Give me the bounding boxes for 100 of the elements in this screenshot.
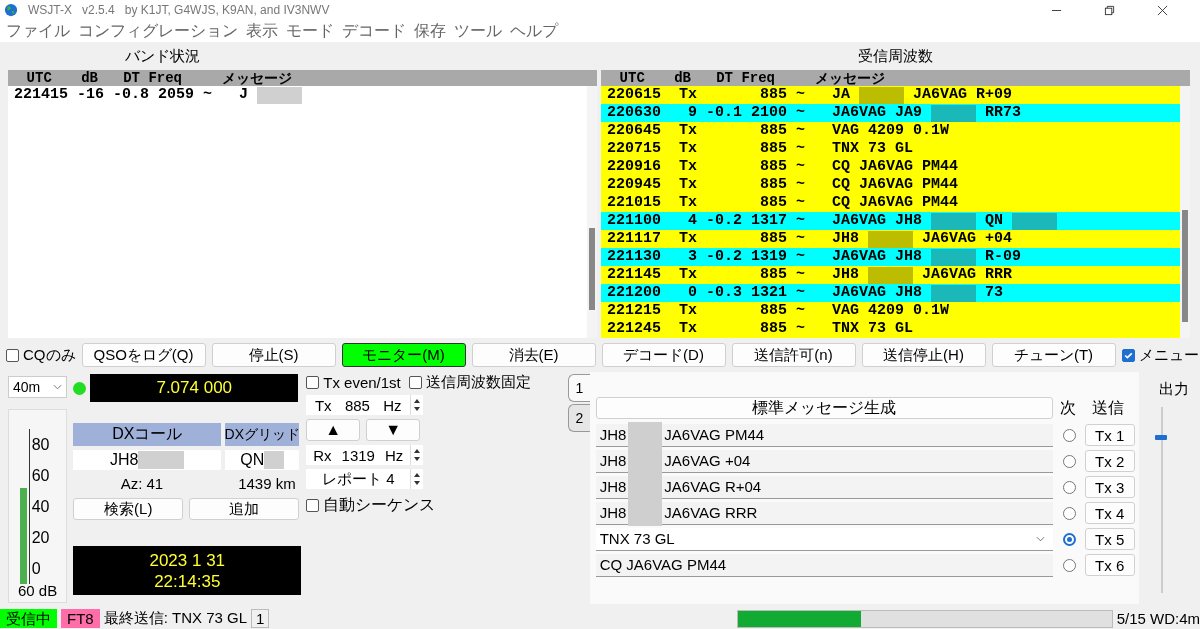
tx-button[interactable]: Tx 2 [1084, 450, 1135, 472]
table-cell-text: Tx [678, 122, 697, 140]
redaction-block [931, 104, 976, 122]
radio-button[interactable] [1062, 480, 1076, 494]
action-button[interactable]: チューン(T) [991, 343, 1116, 367]
up-button[interactable]: ▲ [306, 419, 361, 441]
menu-item[interactable]: デコード [342, 20, 406, 42]
menu-item[interactable]: コンフィグレーション [78, 20, 238, 42]
table-cell: 220630 [607, 104, 661, 122]
rx-frequency-field[interactable]: Rx 1319 Hz [306, 445, 411, 465]
table-row[interactable]: 221130 3 -0.2 1319 ~ JA6VAG JH8 R-09 [601, 248, 1180, 266]
radio-button[interactable] [1062, 532, 1076, 546]
menu-checkbox[interactable]: メニュー [1121, 345, 1199, 365]
menu-item[interactable]: 保存 [414, 20, 446, 42]
table-cell-text: 3 [687, 248, 697, 266]
tx-frequency-field[interactable]: Tx 885 Hz [306, 395, 411, 415]
message-field[interactable]: JH8 JA6VAG PM44 [595, 423, 1053, 447]
action-button[interactable]: QSOをログ(Q) [81, 343, 206, 367]
redaction-block [931, 212, 976, 230]
message-dropdown[interactable]: TNX 73 GL [595, 527, 1053, 551]
message-field[interactable]: CQ JA6VAG PM44 [595, 553, 1053, 577]
redaction-block [931, 284, 976, 302]
restore-icon[interactable] [1104, 4, 1115, 16]
spin-arrows-icon[interactable] [410, 469, 424, 489]
tx-button[interactable]: Tx 6 [1084, 554, 1135, 576]
message-field[interactable]: JH8 JA6VAG +04 [595, 449, 1053, 473]
table-row[interactable]: 221015 Tx 885 ~ CQ JA6VAG PM44 [601, 194, 1180, 212]
auto-sequence-checkbox[interactable]: 自動シーケンス [306, 495, 565, 516]
message-field[interactable]: JH8 JA6VAG R+04 [595, 475, 1053, 499]
table-row[interactable]: 220615 Tx 885 ~ JA JA6VAG R+09 [601, 86, 1180, 104]
table-cell-text: ~ [795, 230, 805, 248]
add-button[interactable]: 追加 [189, 498, 300, 520]
table-row[interactable]: 221100 4 -0.2 1317 ~ JA6VAG JH8 QN [601, 212, 1180, 230]
lookup-button[interactable]: 検索(L) [73, 498, 184, 520]
cq-only-checkbox[interactable]: CQのみ [6, 345, 76, 365]
menu-item[interactable]: ファイル [6, 20, 70, 42]
table-row[interactable]: 221200 0 -0.3 1321 ~ JA6VAG JH8 73 [601, 284, 1180, 302]
table-cell: 220645 [607, 122, 661, 140]
table-cell-text: 885 [759, 302, 787, 320]
table-row[interactable]: 221245 Tx 885 ~ TNX 73 GL [601, 320, 1180, 338]
action-button[interactable]: 送信許可(n) [731, 343, 856, 367]
hold-tx-checkbox[interactable]: 送信周波数固定 [408, 373, 531, 391]
radio-button[interactable] [1062, 506, 1076, 520]
radio-button[interactable] [1062, 558, 1076, 572]
radio-button[interactable] [1062, 454, 1076, 468]
action-button[interactable]: デコード(D) [601, 343, 726, 367]
spin-arrows-icon[interactable] [410, 445, 424, 465]
tx-button[interactable]: Tx 1 [1084, 424, 1135, 446]
table-row[interactable]: 220945 Tx 885 ~ CQ JA6VAG PM44 [601, 176, 1180, 194]
generate-messages-button[interactable]: 標準メッセージ生成 [595, 397, 1053, 419]
down-button[interactable]: ▼ [366, 419, 421, 441]
tx-button[interactable]: Tx 5 [1084, 528, 1135, 550]
table-cell-text: ~ [795, 104, 805, 122]
table-cell-text: 1321 [750, 284, 787, 302]
menu-item[interactable]: ツール [454, 20, 502, 42]
message-field[interactable]: JH8 JA6VAG RRR [595, 501, 1053, 525]
message-text: R-09 [985, 248, 1022, 266]
dx-call-field[interactable]: JH8 [73, 450, 222, 470]
tx-button[interactable]: Tx 4 [1084, 502, 1135, 524]
report-field[interactable]: レポート 4 [306, 469, 411, 489]
tab[interactable]: 2 [567, 404, 590, 432]
table-row[interactable]: 221215 Tx 885 ~ VAG 4209 0.1W [601, 302, 1180, 320]
tx-button[interactable]: Tx 3 [1084, 476, 1135, 498]
table-cell-text: ~ [795, 86, 805, 104]
scale-label: 40 [30, 497, 50, 517]
radio-button[interactable] [1062, 428, 1076, 442]
time-text: 22:14:35 [154, 570, 221, 592]
action-button[interactable]: モニター(M) [341, 343, 466, 367]
band-select[interactable]: 40m [8, 376, 68, 398]
table-cell-text: 885 [759, 140, 787, 158]
version-text: v2.5.4 [82, 3, 115, 17]
table-row[interactable]: 220715 Tx 885 ~ TNX 73 GL [601, 140, 1180, 158]
menu-item[interactable]: モード [286, 20, 334, 42]
close-icon[interactable] [1157, 4, 1168, 16]
action-button[interactable]: 停止(S) [211, 343, 336, 367]
scrollbar[interactable] [1180, 86, 1190, 338]
table-row[interactable]: 220645 Tx 885 ~ VAG 4209 0.1W [601, 122, 1180, 140]
menu-item[interactable]: 表示 [246, 20, 278, 42]
table-row[interactable]: 220916 Tx 885 ~ CQ JA6VAG PM44 [601, 158, 1180, 176]
table-row[interactable]: 221117 Tx 885 ~ JH8 JA6VAG +04 [601, 230, 1180, 248]
credits-text: by K1JT, G4WJS, K9AN, and IV3NWV [124, 3, 330, 17]
table-row[interactable]: 221145 Tx 885 ~ JH8 JA6VAG RRR [601, 266, 1180, 284]
scrollbar[interactable] [587, 86, 597, 338]
table-cell-text: Tx [678, 230, 697, 248]
caret-icon [1035, 535, 1045, 542]
dx-grid-field[interactable]: QN [225, 450, 300, 470]
menu-item[interactable]: ヘルプ [510, 20, 558, 42]
globe-icon [4, 3, 18, 17]
table-cell-text: ~ [795, 320, 805, 338]
table-cell-text: Tx [678, 176, 697, 194]
tab[interactable]: 1 [567, 374, 590, 402]
action-button[interactable]: 消去(E) [471, 343, 596, 367]
table-cell-text: 885 [759, 230, 787, 248]
table-row[interactable]: 220630 9 -0.1 2100 ~ JA6VAG JA9 RR73 [601, 104, 1180, 122]
tx-even-checkbox[interactable]: Tx even/1st [306, 373, 401, 391]
message-text: JA [832, 86, 850, 104]
power-slider[interactable] [1155, 407, 1170, 593]
spin-arrows-icon[interactable] [410, 395, 424, 415]
redaction-block [628, 421, 663, 448]
action-button[interactable]: 送信停止(H) [861, 343, 986, 367]
